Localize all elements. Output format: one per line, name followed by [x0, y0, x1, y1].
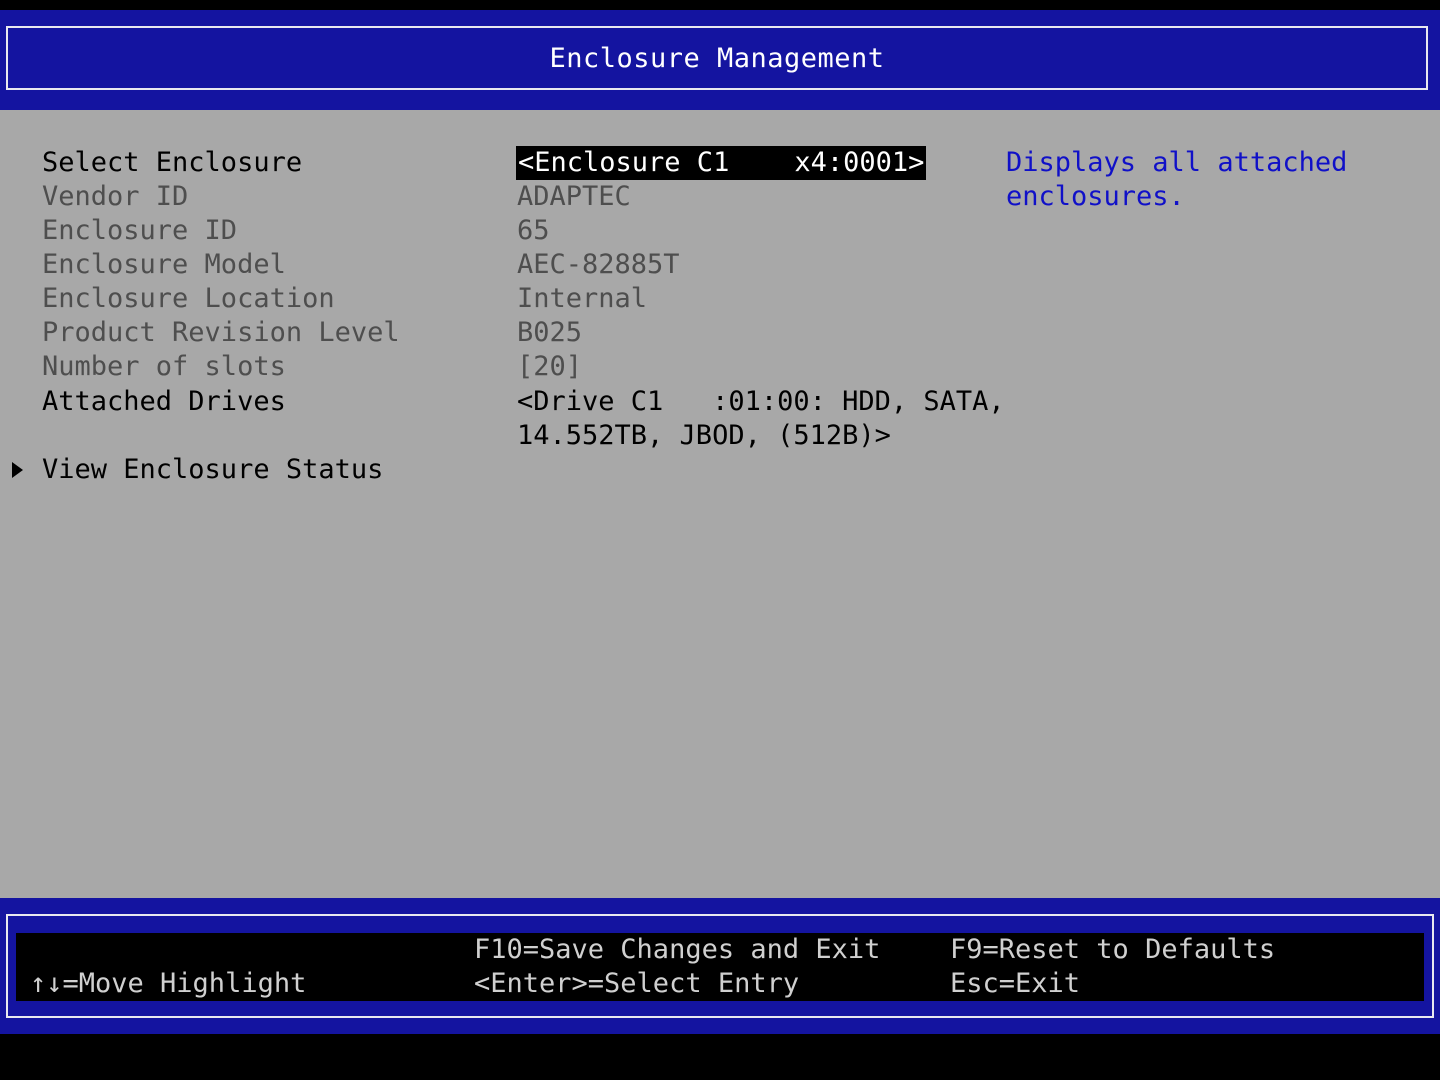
number-of-slots-value: [20]: [517, 351, 583, 382]
esc-exit-hint: Esc=Exit: [950, 968, 1081, 999]
enclosure-id-value: 65: [517, 215, 550, 246]
enclosure-location-value: Internal: [517, 283, 648, 314]
number-of-slots-label: Number of slots: [42, 351, 286, 382]
vendor-id-label: Vendor ID: [42, 181, 189, 212]
view-enclosure-status-link[interactable]: View Enclosure Status: [42, 453, 383, 487]
save-exit-hint: F10=Save Changes and Exit: [474, 934, 881, 965]
vendor-id-value: ADAPTEC: [517, 181, 631, 212]
footer-bar: ↑↓=Move Highlight F10=Save Changes and E…: [0, 898, 1440, 1034]
help-text: Displays all attached enclosures.: [1006, 147, 1348, 212]
footer-frame: ↑↓=Move Highlight F10=Save Changes and E…: [6, 914, 1434, 1018]
enclosure-model-label: Enclosure Model: [42, 249, 286, 280]
select-entry-hint: <Enter>=Select Entry: [474, 968, 800, 999]
move-highlight-hint: ↑↓=Move Highlight: [30, 968, 307, 999]
attached-drives-label: Attached Drives: [42, 386, 286, 417]
enclosure-location-label: Enclosure Location: [42, 283, 335, 314]
main-panel: Select Enclosure <Enclosure C1 x4:0001> …: [0, 110, 1440, 898]
header-bar: Enclosure Management: [0, 10, 1440, 110]
submenu-arrow-icon: [12, 462, 23, 478]
enclosure-id-label: Enclosure ID: [42, 215, 238, 246]
select-enclosure-label: Select Enclosure: [42, 147, 303, 178]
attached-drives-dropdown-line1[interactable]: <Drive C1 :01:00: HDD, SATA,: [517, 385, 1005, 419]
select-enclosure-dropdown[interactable]: <Enclosure C1 x4:0001>: [516, 146, 927, 180]
bios-screen: Enclosure Management Select Enclosure <E…: [0, 0, 1440, 1080]
header-frame: Enclosure Management: [6, 26, 1428, 90]
footer-keys-panel: ↑↓=Move Highlight F10=Save Changes and E…: [16, 933, 1424, 1001]
product-revision-level-value: B025: [517, 317, 583, 348]
page-title: Enclosure Management: [549, 42, 885, 74]
enclosure-model-value: AEC-82885T: [517, 249, 680, 280]
reset-defaults-hint: F9=Reset to Defaults: [950, 934, 1276, 965]
product-revision-level-label: Product Revision Level: [42, 317, 400, 348]
attached-drives-dropdown-line2[interactable]: 14.552TB, JBOD, (512B)>: [517, 419, 891, 453]
